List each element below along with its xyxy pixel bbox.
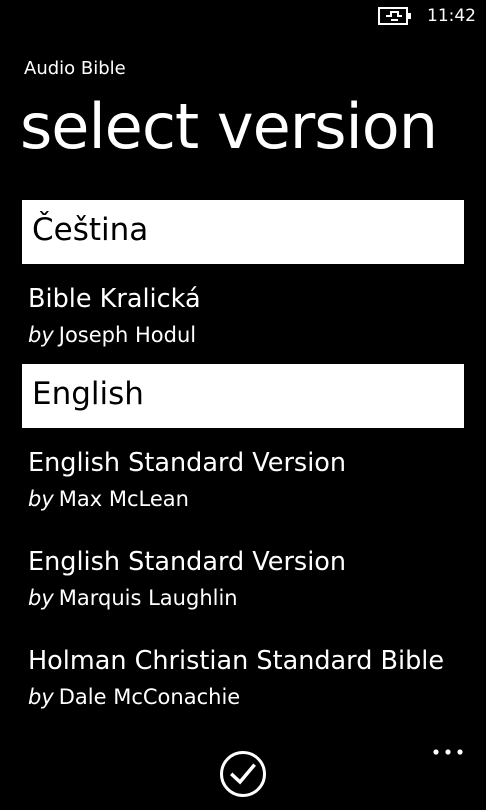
list-item[interactable]: Holman Christian Standard Bible by Dale M… (28, 644, 460, 712)
by-label: by (28, 685, 54, 709)
status-bar: 11:42 (0, 0, 486, 34)
narrator-name: Dale McConachie (58, 685, 241, 709)
group-header-label: Čeština (32, 212, 149, 248)
version-narrator: by Joseph Hodul (28, 320, 460, 350)
list-item[interactable]: Bible Kralická by Joseph Hodul (28, 282, 460, 350)
version-title: English Standard Version (28, 448, 347, 478)
version-title: Bible Kralická (28, 284, 201, 314)
group-header-label: English (32, 376, 144, 412)
battery-charging-icon (378, 7, 411, 25)
group-header-english[interactable]: English (22, 364, 464, 428)
version-title: Holman Christian Standard Bible (28, 646, 445, 676)
check-circle-icon[interactable] (219, 750, 267, 798)
group-header-cestina[interactable]: Čeština (22, 200, 464, 264)
status-time: 11:42 (427, 6, 476, 26)
app-title: Audio Bible (24, 58, 126, 79)
page-title: select version (20, 90, 438, 163)
list-item[interactable]: English Standard Version by Marquis Laugh… (28, 545, 460, 613)
list-item[interactable]: English Standard Version by Max McLean (28, 446, 460, 514)
narrator-name: Joseph Hodul (58, 323, 197, 347)
narrator-name: Marquis Laughlin (58, 586, 238, 610)
version-narrator: by Max McLean (28, 484, 460, 514)
by-label: by (28, 586, 54, 610)
version-narrator: by Dale McConachie (28, 682, 460, 712)
by-label: by (28, 323, 54, 347)
version-narrator: by Marquis Laughlin (28, 583, 460, 613)
ellipsis-icon[interactable] (432, 742, 464, 762)
narrator-name: Max McLean (58, 487, 189, 511)
version-title: English Standard Version (28, 547, 347, 577)
by-label: by (28, 487, 54, 511)
